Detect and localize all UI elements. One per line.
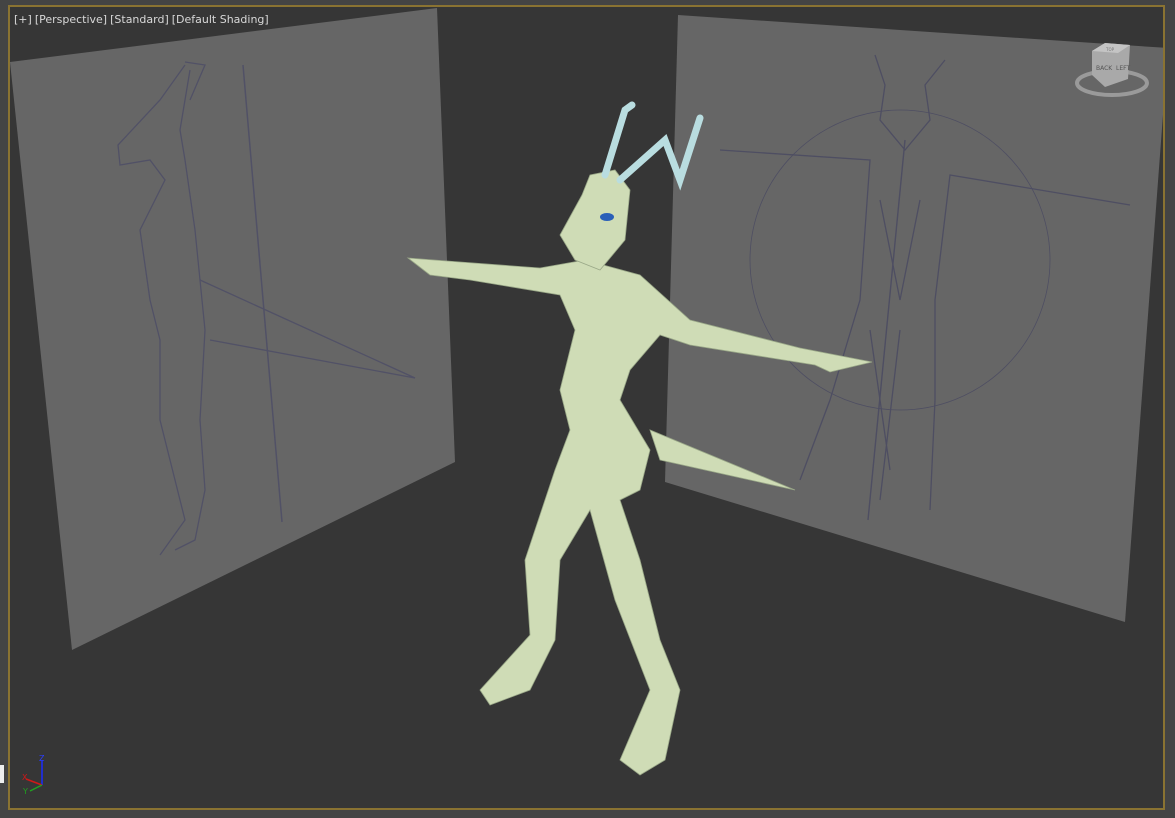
viewport-menu-plus[interactable]: [+] xyxy=(14,13,32,26)
axis-tripod: Z X Y xyxy=(22,754,45,796)
viewport-menu-shading-mode[interactable]: [Default Shading] xyxy=(172,13,269,26)
viewcube-face-top[interactable]: TOP xyxy=(1105,47,1115,52)
viewcube-face-back[interactable]: BACK xyxy=(1096,65,1113,72)
viewport-menu-shading-style[interactable]: [Standard] xyxy=(110,13,169,26)
eye xyxy=(600,213,614,221)
axis-x-label: X xyxy=(22,773,28,782)
viewcube-face-left[interactable]: LEFT xyxy=(1116,65,1130,72)
perspective-viewport[interactable]: [+] [Perspective] [Standard] [Default Sh… xyxy=(8,5,1165,810)
axis-z-label: Z xyxy=(39,754,45,763)
viewport-label-menu: [+] [Perspective] [Standard] [Default Sh… xyxy=(14,13,269,26)
scene-canvas[interactable] xyxy=(8,5,1165,810)
side-panel-edge xyxy=(0,765,4,783)
axis-y-label: Y xyxy=(22,787,28,796)
viewport-menu-point-of-view[interactable]: [Perspective] xyxy=(35,13,107,26)
viewcube[interactable]: BACK LEFT TOP xyxy=(1070,35,1150,105)
